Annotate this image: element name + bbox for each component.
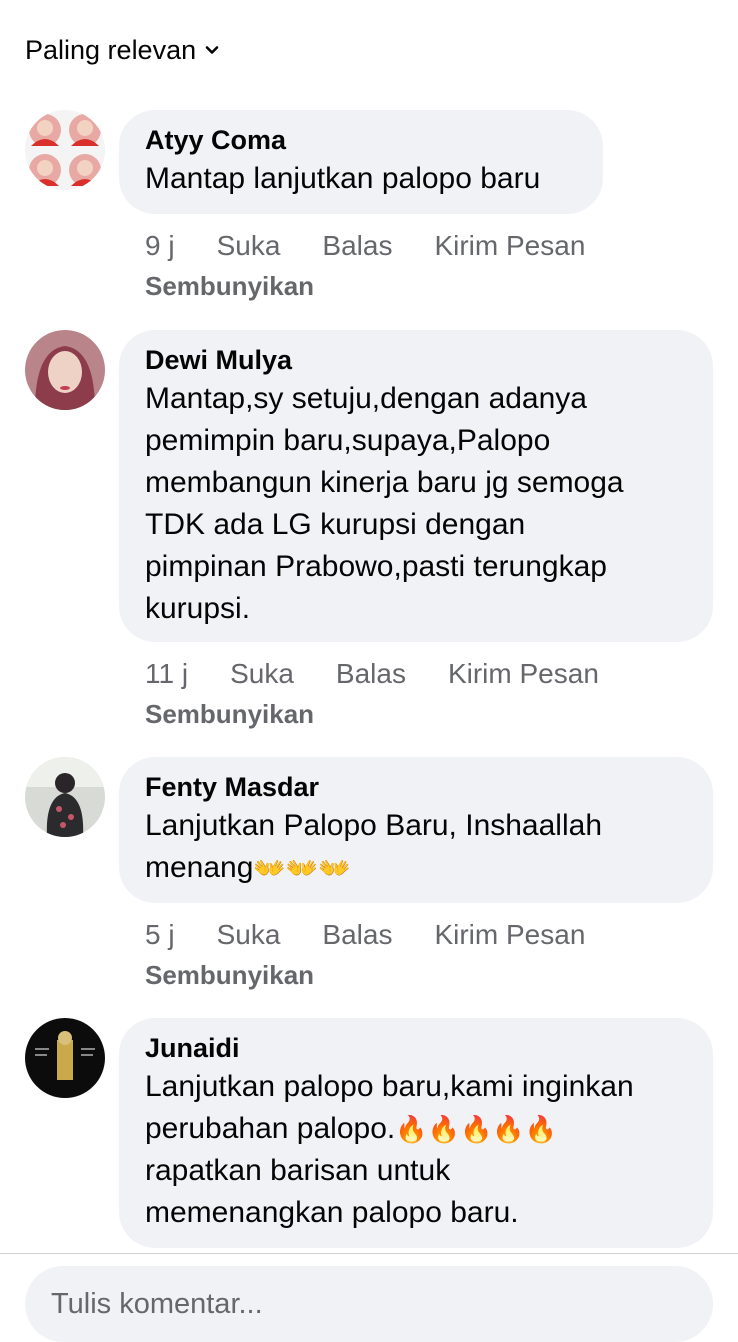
comment-text: Lanjutkan palopo baru,kami inginkan peru… xyxy=(145,1066,687,1234)
avatar-image xyxy=(25,110,105,190)
comment-actions: 11 j Suka Balas Kirim Pesan xyxy=(145,654,738,694)
avatar[interactable] xyxy=(25,110,105,190)
like-button[interactable]: Suka xyxy=(217,226,281,266)
comment-author[interactable]: Fenty Masdar xyxy=(145,769,687,805)
comment: Fenty Masdar Lanjutkan Palopo Baru, Insh… xyxy=(0,757,738,995)
avatar[interactable] xyxy=(25,330,105,410)
open-hands-emoji-icon: 👐👐👐 xyxy=(253,853,351,883)
comment: Junaidi Lanjutkan palopo baru,kami ingin… xyxy=(0,1018,738,1248)
hide-button[interactable]: Sembunyikan xyxy=(145,266,738,306)
comment: Dewi Mulya Mantap,sy setuju,dengan adany… xyxy=(0,330,738,734)
chevron-down-icon xyxy=(205,46,219,54)
comment-author[interactable]: Atyy Coma xyxy=(145,122,577,158)
comment-time[interactable]: 5 j xyxy=(145,915,175,955)
avatar[interactable] xyxy=(25,757,105,837)
comment-actions: 5 j Suka Balas Kirim Pesan xyxy=(145,915,738,955)
avatar-image xyxy=(25,1018,105,1098)
comment-time[interactable]: 9 j xyxy=(145,226,175,266)
sort-dropdown[interactable]: Paling relevan xyxy=(25,30,220,70)
hide-button[interactable]: Sembunyikan xyxy=(145,694,738,734)
comment-input[interactable] xyxy=(51,1287,713,1321)
comment-bubble[interactable]: Atyy Coma Mantap lanjutkan palopo baru xyxy=(119,110,603,214)
comment-time[interactable]: 11 j xyxy=(145,654,188,694)
composer-divider xyxy=(0,1253,738,1254)
sort-label: Paling relevan xyxy=(25,34,197,65)
like-button[interactable]: Suka xyxy=(217,915,281,955)
reply-button[interactable]: Balas xyxy=(322,226,392,266)
comment-bubble[interactable]: Dewi Mulya Mantap,sy setuju,dengan adany… xyxy=(119,330,713,642)
send-message-button[interactable]: Kirim Pesan xyxy=(434,226,585,266)
comment-bubble[interactable]: Fenty Masdar Lanjutkan Palopo Baru, Insh… xyxy=(119,757,713,903)
comment-composer[interactable] xyxy=(25,1266,713,1342)
hide-button[interactable]: Sembunyikan xyxy=(145,955,738,995)
avatar-image xyxy=(25,757,105,837)
send-message-button[interactable]: Kirim Pesan xyxy=(434,915,585,955)
fire-emoji-icon: 🔥🔥🔥🔥🔥 xyxy=(395,1114,558,1144)
comment-text-continued: rapatkan barisan untuk memenangkan palop… xyxy=(145,1154,519,1229)
comment-author[interactable]: Dewi Mulya xyxy=(145,342,687,378)
comment-actions: 9 j Suka Balas Kirim Pesan xyxy=(145,226,738,266)
reply-button[interactable]: Balas xyxy=(336,654,406,694)
comment-author[interactable]: Junaidi xyxy=(145,1030,687,1066)
send-message-button[interactable]: Kirim Pesan xyxy=(448,654,599,694)
comment-text-body: Lanjutkan palopo baru,kami inginkan peru… xyxy=(145,1070,634,1145)
comment-text-body: Lanjutkan Palopo Baru, Inshaallah menang xyxy=(145,809,603,884)
reply-button[interactable]: Balas xyxy=(322,915,392,955)
comment-text: Mantap lanjutkan palopo baru xyxy=(145,162,541,195)
comment-text: Lanjutkan Palopo Baru, Inshaallah menang… xyxy=(145,805,687,889)
like-button[interactable]: Suka xyxy=(230,654,294,694)
avatar[interactable] xyxy=(25,1018,105,1098)
comment-bubble[interactable]: Junaidi Lanjutkan palopo baru,kami ingin… xyxy=(119,1018,713,1248)
comment: Atyy Coma Mantap lanjutkan palopo baru 9… xyxy=(0,110,738,306)
avatar-image xyxy=(25,330,105,410)
comment-text: Mantap,sy setuju,dengan adanya pemimpin … xyxy=(145,382,624,625)
